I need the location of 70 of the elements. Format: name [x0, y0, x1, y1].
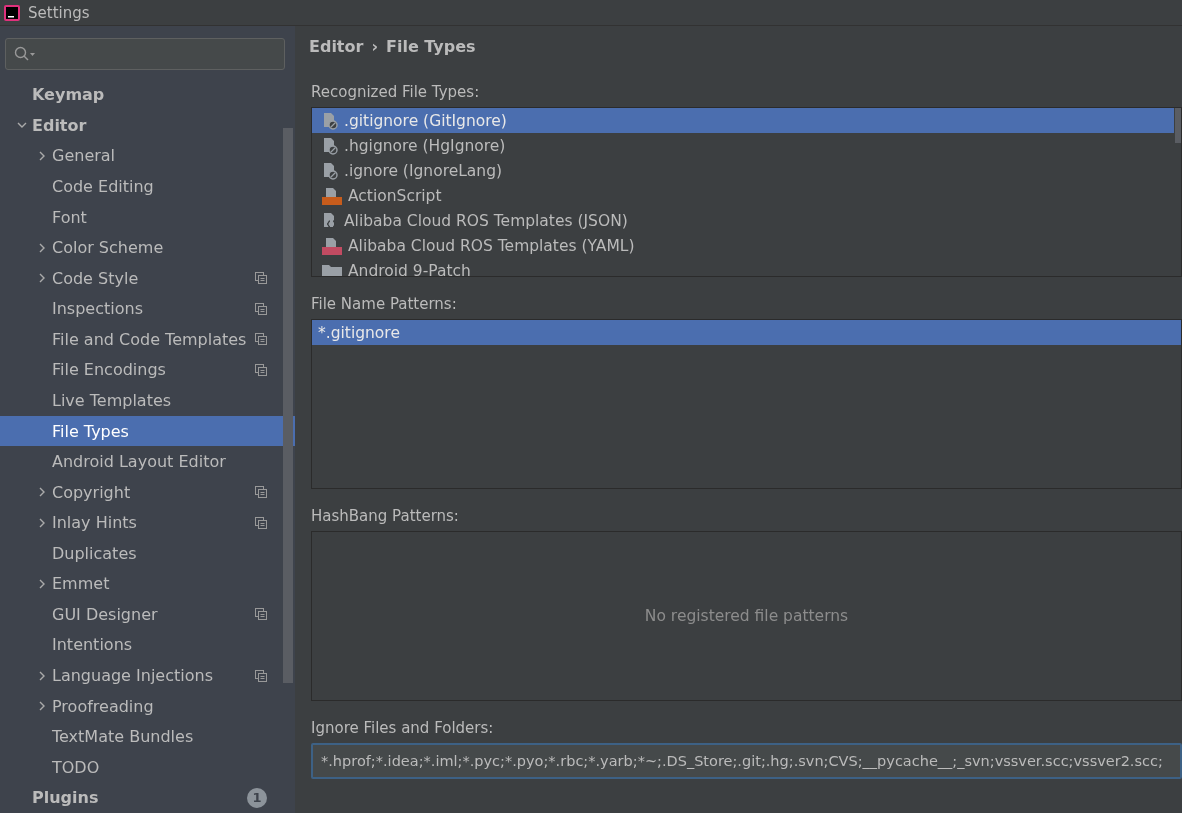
chevron-right-icon[interactable] [37, 670, 47, 681]
project-settings-icon [255, 669, 267, 682]
settings-tree-item[interactable]: Keymap [0, 79, 295, 111]
project-settings-icon [255, 302, 267, 315]
settings-tree-item[interactable]: Editor [0, 110, 295, 141]
section-label: File Name Patterns: [311, 295, 458, 313]
section-label: Ignore Files and Folders: [311, 719, 495, 737]
pattern-item[interactable]: *.gitignore [312, 320, 1181, 345]
file-type-item[interactable]: ActionScript [312, 183, 1174, 208]
settings-tree-item[interactable]: Emmet [0, 568, 295, 600]
project-settings-icon [255, 272, 267, 285]
project-settings-icon [255, 516, 267, 529]
search-icon [14, 45, 36, 62]
count-badge: 1 [247, 787, 267, 808]
project-settings-icon [255, 333, 267, 346]
settings-tree-item[interactable]: File and Code Templates [0, 324, 295, 355]
section-label: Recognized File Types: [311, 83, 481, 101]
settings-tree-item[interactable]: Inlay Hints [0, 507, 295, 538]
settings-tree-item[interactable]: Color Scheme [0, 232, 295, 263]
settings-tree-item[interactable]: TODO [0, 751, 295, 783]
chevron-right-icon[interactable] [37, 151, 47, 161]
breadcrumb-item[interactable]: File Types [386, 36, 476, 56]
settings-tree-item[interactable]: Android Layout Editor [0, 446, 295, 477]
search-field[interactable] [5, 38, 285, 70]
settings-tree-item[interactable]: TextMate Bundles [0, 721, 295, 752]
project-settings-icon [255, 363, 267, 376]
empty-list-text: No registered file patterns [644, 607, 849, 625]
settings-tree-item[interactable]: Plugins 1 [0, 782, 295, 813]
ignored-file-icon [322, 161, 338, 180]
file-type-item[interactable]: .ignore (IgnoreLang) [312, 158, 1174, 183]
settings-tree-item[interactable]: Inspections [0, 293, 295, 325]
settings-tree-item[interactable]: General [0, 140, 295, 172]
settings-tree-item[interactable]: Copyright [0, 476, 295, 508]
actionscript-file-icon [322, 186, 342, 205]
settings-tree-item[interactable]: GUI Designer [0, 599, 295, 630]
app-logo-icon [4, 4, 20, 21]
scrollbar-thumb[interactable] [283, 128, 293, 683]
settings-tree-item[interactable]: Intentions [0, 629, 295, 661]
file-type-item[interactable]: .hgignore (HgIgnore) [312, 133, 1174, 158]
section-label: HashBang Patterns: [311, 507, 460, 525]
file-type-item[interactable]: Alibaba Cloud ROS Templates (YAML) [312, 233, 1174, 258]
project-settings-icon [255, 608, 267, 621]
file-type-item[interactable]: Alibaba Cloud ROS Templates (JSON) [312, 208, 1174, 233]
settings-tree-item[interactable]: Code Editing [0, 171, 295, 202]
file-type-item[interactable]: .gitignore (GitIgnore) [312, 108, 1174, 133]
window-title: Settings [28, 3, 90, 22]
chevron-right-icon[interactable] [37, 487, 47, 498]
settings-tree-item[interactable]: Language Injections [0, 660, 295, 691]
settings-tree-item[interactable]: File Types [0, 415, 295, 447]
breadcrumb-separator: › [371, 36, 378, 56]
folder-icon [322, 262, 342, 276]
chevron-right-icon[interactable] [37, 517, 47, 528]
chevron-right-icon[interactable] [37, 701, 47, 712]
ignored-file-icon [322, 136, 338, 155]
scrollbar-thumb[interactable] [1175, 108, 1181, 143]
yaml-file-icon [322, 236, 342, 255]
settings-tree-item[interactable]: File Encodings [0, 354, 295, 386]
settings-tree-item[interactable]: Proofreading [0, 690, 295, 722]
settings-tree-item[interactable]: Duplicates [0, 538, 295, 569]
ignore-patterns-field[interactable]: *.hprof;*.idea;*.iml;*.pyc;*.pyo;*.rbc;*.yarb;*~;.DS_Store;.git;.hg;.svn;CVS;__pycache__;_svn;vssver.scc;vssver2.scc; [311, 743, 1182, 779]
ignored-file-icon [322, 111, 338, 130]
chevron-right-icon[interactable] [37, 273, 47, 284]
project-settings-icon [255, 486, 267, 499]
chevron-right-icon[interactable] [37, 242, 47, 253]
chevron-right-icon[interactable] [37, 578, 47, 589]
settings-tree-item[interactable]: Font [0, 201, 295, 233]
breadcrumb-item[interactable]: Editor [309, 36, 364, 56]
settings-tree-item[interactable]: Code Style [0, 262, 295, 294]
file-type-item[interactable]: Android 9-Patch [312, 258, 1174, 276]
settings-tree-item[interactable]: Live Templates [0, 385, 295, 416]
